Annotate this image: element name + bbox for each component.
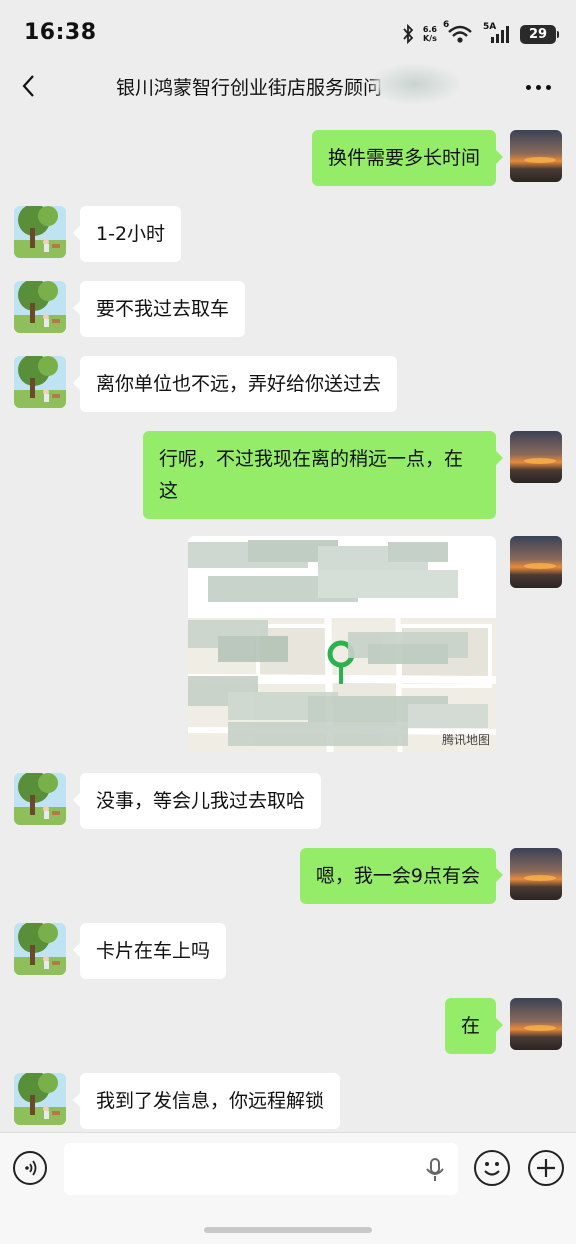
battery-icon: 29 — [520, 24, 559, 44]
location-card[interactable]: 腾讯地图 — [188, 536, 496, 752]
microphone-icon[interactable] — [424, 1157, 446, 1183]
contact-avatar[interactable] — [14, 773, 66, 825]
message-bubble-outgoing[interactable]: 嗯，我一会9点有会 — [299, 848, 504, 904]
more-actions-button[interactable] — [528, 1150, 564, 1186]
chat-header: 银川鸿蒙智行创业街店服务顾问 — [0, 64, 576, 110]
contact-avatar[interactable] — [14, 281, 66, 333]
network-speed: 6.6 K/s — [423, 25, 437, 43]
bluetooth-icon — [403, 24, 414, 44]
self-avatar[interactable] — [510, 431, 562, 483]
message-bubble-outgoing[interactable]: 行呢，不过我现在离的稍远一点，在这 — [143, 431, 503, 519]
signal-icon: 5A — [483, 22, 511, 44]
voice-input-button[interactable] — [13, 1151, 47, 1185]
message-list[interactable]: 换件需要多长时间 1-2小时 要不我过去取车 离你单位也不远，弄好给你送过去 行… — [0, 110, 576, 1132]
message-bubble-outgoing[interactable]: 换件需要多长时间 — [311, 130, 504, 186]
message-bubble-incoming[interactable]: 我到了发信息，你远程解锁 — [72, 1073, 341, 1129]
self-avatar[interactable] — [510, 998, 562, 1050]
message-bubble-incoming[interactable]: 要不我过去取车 — [72, 281, 246, 337]
contact-avatar[interactable] — [14, 1073, 66, 1125]
status-icons: 6.6 K/s 6 5A 29 — [402, 20, 559, 46]
wifi-label: 6 — [443, 20, 450, 30]
message-bubble-incoming[interactable]: 1-2小时 — [72, 206, 182, 262]
wifi-icon: 6 — [443, 20, 474, 45]
more-dots-icon — [525, 84, 531, 90]
message-bubble-outgoing[interactable]: 在 — [444, 998, 504, 1054]
status-bar: 16:38 6.6 K/s 6 5A 29 — [0, 0, 576, 64]
more-options-button[interactable] — [518, 72, 558, 102]
blurred-region — [370, 64, 460, 104]
message-bubble-incoming[interactable]: 离你单位也不远，弄好给你送过去 — [72, 356, 398, 412]
voice-icon — [25, 1160, 37, 1176]
emoji-icon — [484, 1162, 500, 1176]
plus-icon — [537, 1159, 555, 1177]
blurred-region — [188, 540, 488, 746]
network-speed-unit: K/s — [422, 34, 437, 43]
back-button[interactable] — [12, 69, 46, 103]
emoji-button[interactable] — [474, 1150, 510, 1186]
message-bubble-incoming[interactable]: 没事，等会儿我过去取哈 — [72, 773, 322, 829]
status-time: 16:38 — [24, 20, 97, 45]
contact-avatar[interactable] — [14, 356, 66, 408]
self-avatar[interactable] — [510, 130, 562, 182]
message-bubble-incoming[interactable]: 卡片在车上吗 — [72, 923, 227, 979]
contact-avatar[interactable] — [14, 923, 66, 975]
self-avatar[interactable] — [510, 848, 562, 900]
home-indicator[interactable] — [204, 1227, 372, 1233]
message-input[interactable] — [64, 1143, 458, 1195]
chevron-left-icon — [22, 75, 34, 97]
network-speed-value: 6.6 — [422, 25, 437, 34]
contact-avatar[interactable] — [14, 206, 66, 258]
self-avatar[interactable] — [510, 536, 562, 588]
